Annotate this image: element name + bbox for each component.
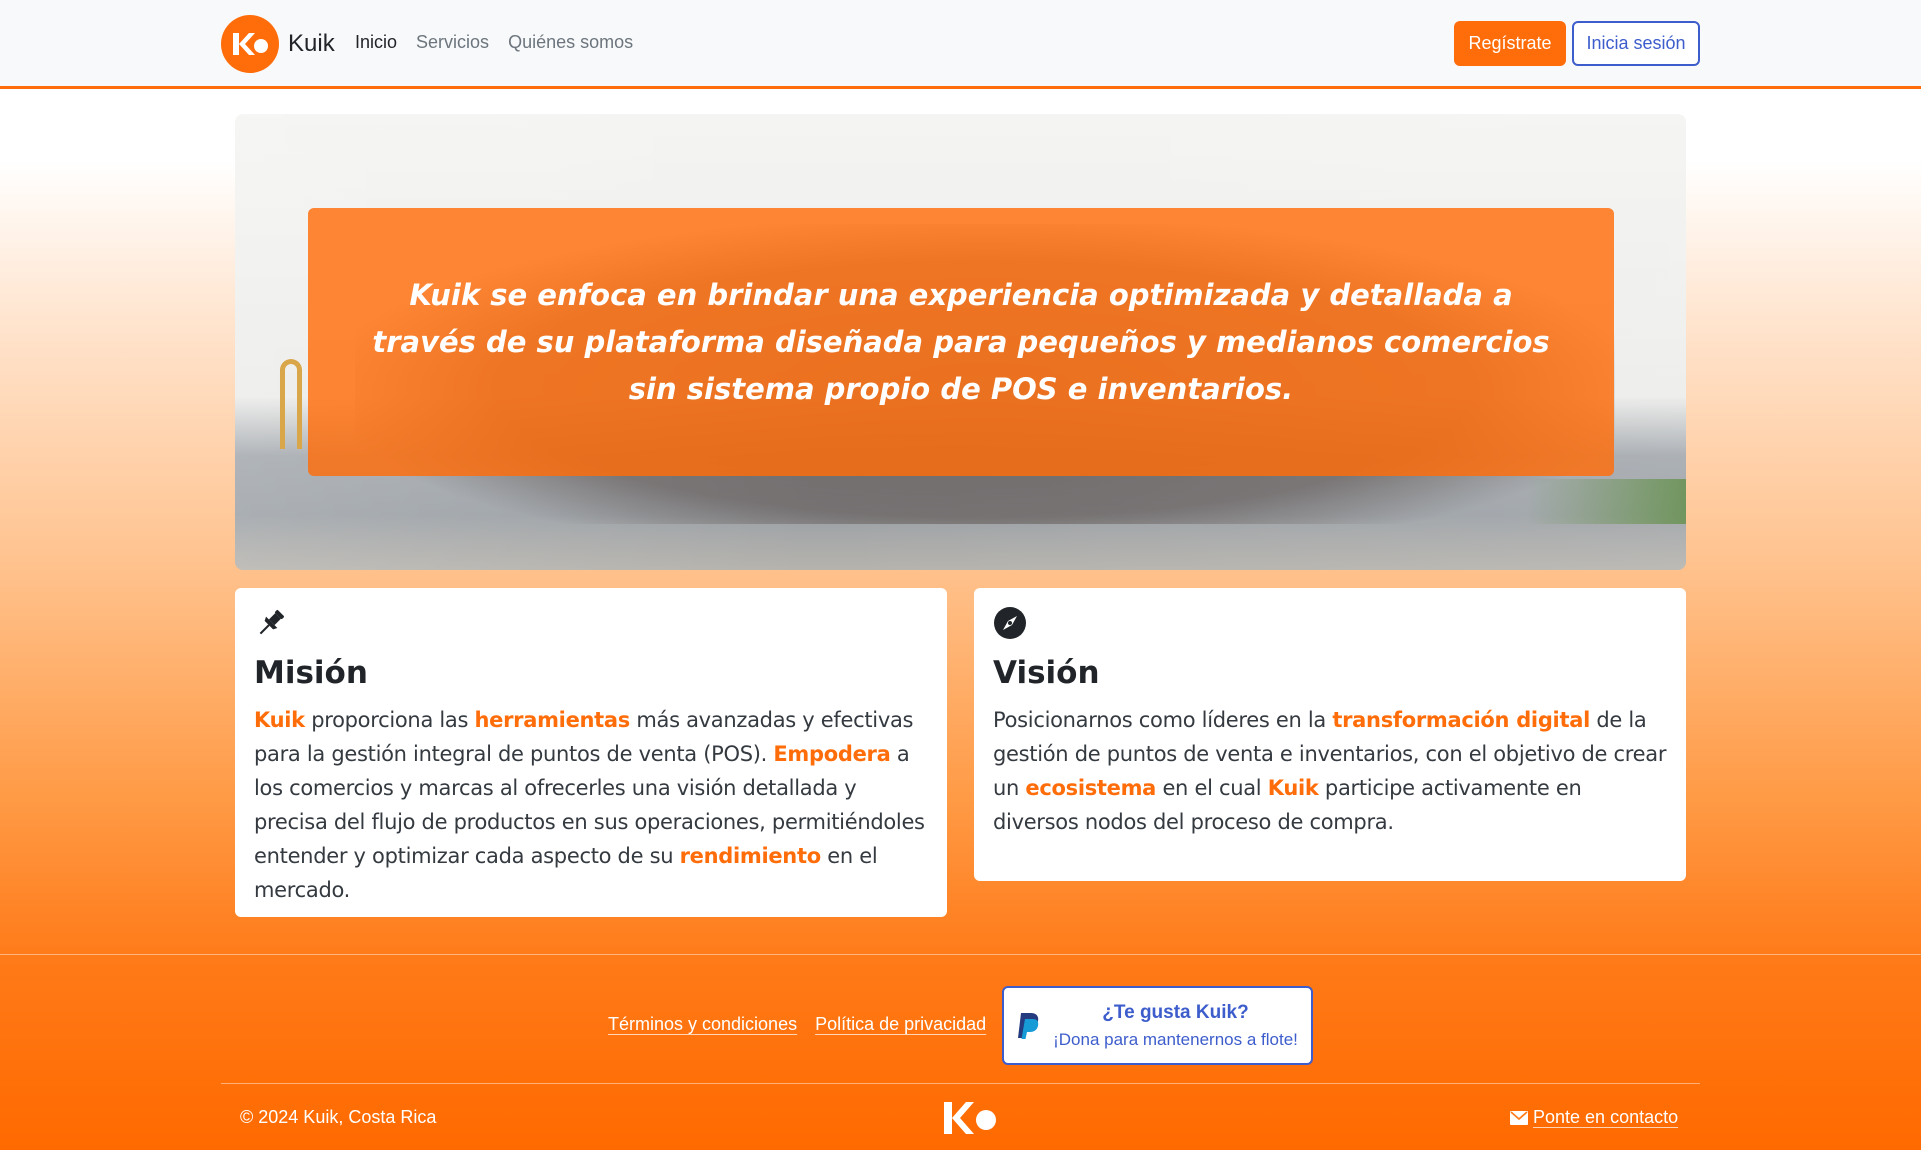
mision-text: Kuik proporciona las herramientas más av… bbox=[254, 708, 925, 902]
navbar: Kuik Inicio Servicios Quiénes somos Regí… bbox=[0, 0, 1921, 89]
hero-text: Kuik se enfoca en brindar una experienci… bbox=[372, 277, 1550, 406]
nav-link-inicio[interactable]: Inicio bbox=[355, 32, 397, 53]
nav-link-quienes-somos[interactable]: Quiénes somos bbox=[508, 32, 633, 53]
hero-photo-rail bbox=[280, 359, 302, 449]
terms-link[interactable]: Términos y condiciones bbox=[608, 1014, 797, 1035]
hero-photo-grass bbox=[1526, 479, 1686, 524]
compass-icon bbox=[994, 607, 1026, 639]
footer-divider bbox=[221, 1083, 1700, 1084]
mision-title: Misión bbox=[254, 655, 368, 691]
envelope-icon bbox=[1510, 1110, 1528, 1125]
copyright: © 2024 Kuik, Costa Rica bbox=[240, 1107, 437, 1127]
vision-title: Visión bbox=[993, 655, 1100, 691]
highlight-text: Kuik bbox=[254, 708, 305, 732]
highlight-text: Empodera bbox=[773, 742, 891, 766]
login-button[interactable]: Inicia sesión bbox=[1572, 21, 1700, 66]
contact-link[interactable]: Ponte en contacto bbox=[1510, 1107, 1678, 1128]
vision-text: Posicionarnos como líderes en la transfo… bbox=[993, 708, 1667, 834]
footer-top-divider bbox=[0, 954, 1921, 955]
highlight-text: rendimiento bbox=[679, 844, 822, 868]
footer-links: Términos y condiciones Política de priva… bbox=[608, 1014, 986, 1035]
kuik-footer-logo-icon[interactable] bbox=[942, 1098, 1002, 1138]
highlight-text: herramientas bbox=[474, 708, 631, 732]
highlight-text: ecosistema bbox=[1025, 776, 1157, 800]
donate-title: ¿Te gusta Kuik? bbox=[1102, 1001, 1249, 1023]
donate-text: ¿Te gusta Kuik? ¡Dona para mantenernos a… bbox=[1040, 1002, 1311, 1050]
vision-card: Visión Posicionarnos como líderes en la … bbox=[974, 588, 1686, 881]
donate-paypal-button[interactable]: ¿Te gusta Kuik? ¡Dona para mantenernos a… bbox=[1002, 986, 1313, 1065]
main-nav: Inicio Servicios Quiénes somos bbox=[355, 32, 652, 53]
brand[interactable]: Kuik bbox=[221, 15, 335, 73]
hero-overlay: Kuik se enfoca en brindar una experienci… bbox=[308, 208, 1614, 476]
highlight-text: transformación digital bbox=[1332, 708, 1590, 732]
highlight-text: Kuik bbox=[1267, 776, 1319, 800]
paypal-icon bbox=[1018, 1012, 1039, 1039]
privacy-link[interactable]: Política de privacidad bbox=[815, 1014, 986, 1035]
register-button[interactable]: Regístrate bbox=[1454, 21, 1566, 66]
nav-link-servicios[interactable]: Servicios bbox=[416, 32, 489, 53]
brand-name: Kuik bbox=[288, 30, 335, 57]
hero-banner: Kuik se enfoca en brindar una experienci… bbox=[235, 114, 1686, 570]
kuik-logo-icon bbox=[221, 15, 279, 73]
mision-card: Misión Kuik proporciona las herramientas… bbox=[235, 588, 947, 917]
donate-subtitle: ¡Dona para mantenernos a flote! bbox=[1053, 1029, 1298, 1049]
pushpin-icon bbox=[259, 609, 285, 635]
contact-label: Ponte en contacto bbox=[1533, 1107, 1679, 1127]
